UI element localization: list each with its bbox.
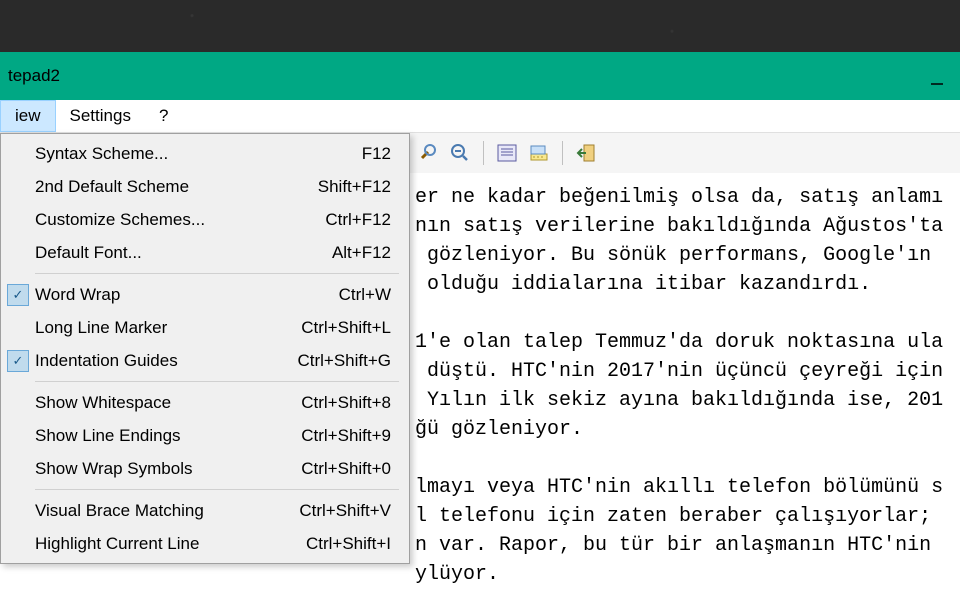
menu-shortcut: Ctrl+W [339,285,391,305]
menu-shortcut: Ctrl+Shift+L [301,318,391,338]
menu-item-syntax-scheme[interactable]: Syntax Scheme...F12 [3,137,407,170]
menu-item-customize-schemes[interactable]: Customize Schemes...Ctrl+F12 [3,203,407,236]
zoom-out-icon[interactable] [447,140,473,166]
menu-shortcut: Ctrl+Shift+I [306,534,391,554]
menu-separator [35,273,399,274]
menu-shortcut: Ctrl+Shift+0 [301,459,391,479]
menu-settings[interactable]: Settings [56,100,145,132]
menu-label: 2nd Default Scheme [35,177,318,197]
menu-item-default-font[interactable]: Default Font...Alt+F12 [3,236,407,269]
menu-item-highlight-current-line[interactable]: Highlight Current LineCtrl+Shift+I [3,527,407,560]
menu-shortcut: Ctrl+Shift+V [299,501,391,521]
menu-label: Customize Schemes... [35,210,325,230]
menu-shortcut: Shift+F12 [318,177,391,197]
menu-label: Long Line Marker [35,318,301,338]
menu-label: Highlight Current Line [35,534,306,554]
menu-label: Visual Brace Matching [35,501,299,521]
menu-item-2nd-default-scheme[interactable]: 2nd Default SchemeShift+F12 [3,170,407,203]
menu-help[interactable]: ? [145,100,182,132]
exit-icon[interactable] [573,140,599,166]
window-title: tepad2 [8,66,60,86]
menu-separator [35,381,399,382]
menu-view[interactable]: iew [0,100,56,132]
menu-label: Indentation Guides [35,351,297,371]
toolbar-separator [483,141,484,165]
menu-shortcut: Ctrl+Shift+8 [301,393,391,413]
menu-item-long-line-marker[interactable]: Long Line MarkerCtrl+Shift+L [3,311,407,344]
ruler-icon[interactable] [526,140,552,166]
menu-label: Show Whitespace [35,393,301,413]
menu-shortcut: Alt+F12 [332,243,391,263]
menu-item-show-whitespace[interactable]: Show WhitespaceCtrl+Shift+8 [3,386,407,419]
menu-shortcut: Ctrl+Shift+9 [301,426,391,446]
menu-item-visual-brace-matching[interactable]: Visual Brace MatchingCtrl+Shift+V [3,494,407,527]
desktop-background [0,0,960,52]
minimize-button[interactable] [914,52,960,100]
menu-item-show-line-endings[interactable]: Show Line EndingsCtrl+Shift+9 [3,419,407,452]
check-icon: ✓ [7,350,29,372]
editor-content: er ne kadar beğenilmiş olsa da, satış an… [415,186,943,603]
menu-separator [35,489,399,490]
check-icon: ✓ [7,284,29,306]
menu-label: Word Wrap [35,285,339,305]
menu-item-indentation-guides[interactable]: ✓ Indentation GuidesCtrl+Shift+G [3,344,407,377]
menu-shortcut: Ctrl+F12 [325,210,391,230]
toolbar-separator [562,141,563,165]
menu-shortcut: Ctrl+Shift+G [297,351,391,371]
menu-label: Default Font... [35,243,332,263]
view-dropdown-menu: Syntax Scheme...F122nd Default SchemeShi… [0,133,410,564]
menubar: iew Settings ? [0,100,960,133]
menu-label: Show Line Endings [35,426,301,446]
window-titlebar[interactable]: tepad2 [0,52,960,100]
menu-item-show-wrap-symbols[interactable]: Show Wrap SymbolsCtrl+Shift+0 [3,452,407,485]
menu-label: Show Wrap Symbols [35,459,301,479]
menu-item-word-wrap[interactable]: ✓ Word WrapCtrl+W [3,278,407,311]
zoom-handle-icon[interactable] [415,140,441,166]
document-icon[interactable] [494,140,520,166]
menu-label: Syntax Scheme... [35,144,362,164]
menu-shortcut: F12 [362,144,391,164]
